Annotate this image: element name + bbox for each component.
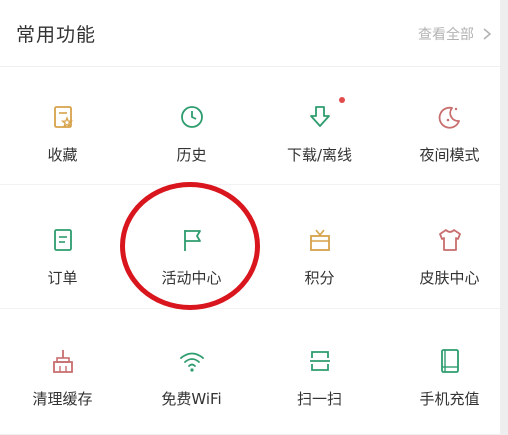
grid-item-favorites[interactable]: 收藏: [0, 91, 125, 191]
order-document-icon: [53, 229, 72, 251]
wifi-icon: [179, 352, 204, 372]
grid-item-free-wifi[interactable]: 免费WiFi: [129, 335, 254, 435]
grid-item-activity-center[interactable]: 活动中心: [129, 214, 254, 314]
grid-item-label: 夜间模式: [419, 146, 480, 164]
broom-clean-icon: [52, 350, 73, 373]
grid-item-scan[interactable]: 扫一扫: [257, 335, 382, 435]
grid-item-label: 手机充值: [419, 390, 480, 408]
section-title: 常用功能: [16, 24, 97, 46]
t-shirt-icon: [438, 229, 461, 251]
section-header: 常用功能 查看全部: [0, 0, 500, 67]
view-all-label: 查看全部: [418, 27, 474, 43]
favorites-icon: [53, 106, 73, 128]
night-mode-moon-icon: [438, 106, 460, 129]
grid-item-label: 清理缓存: [32, 390, 93, 408]
grid-item-label: 下载/离线: [286, 146, 353, 164]
grid-item-phone-recharge[interactable]: 手机充值: [387, 335, 508, 435]
grid-item-history[interactable]: 历史: [129, 91, 254, 191]
grid-item-download-offline[interactable]: 下载/离线: [257, 91, 382, 191]
grid-item-orders[interactable]: 订单: [0, 214, 125, 314]
notification-dot: [339, 97, 345, 103]
phone-recharge-book-icon: [440, 349, 459, 373]
grid-item-points[interactable]: 积分: [257, 214, 382, 314]
scan-icon: [309, 351, 330, 371]
flag-icon: [183, 230, 201, 251]
grid-item-label: 皮肤中心: [419, 269, 480, 287]
common-functions-panel: 常用功能 查看全部 收藏 历史 下载/离线 夜间模式 订单 活动中心 积分 皮肤…: [0, 0, 500, 434]
grid-item-clear-cache[interactable]: 清理缓存: [0, 335, 125, 435]
chevron-right-icon: [483, 28, 492, 40]
grid-item-label: 收藏: [47, 146, 78, 164]
grid-item-label: 免费WiFi: [161, 390, 222, 408]
grid-item-label: 订单: [47, 269, 78, 287]
view-all-link[interactable]: 查看全部: [418, 24, 494, 44]
history-clock-icon: [180, 106, 203, 128]
grid-item-night-mode[interactable]: 夜间模式: [387, 91, 508, 191]
grid-item-label: 扫一扫: [296, 390, 342, 408]
grid-item-label: 活动中心: [161, 269, 222, 287]
gift-box-icon: [309, 229, 330, 251]
download-arrow-icon: [309, 106, 330, 127]
grid-item-skin-center[interactable]: 皮肤中心: [387, 214, 508, 314]
grid-item-label: 历史: [176, 146, 207, 164]
grid-item-label: 积分: [304, 269, 335, 287]
